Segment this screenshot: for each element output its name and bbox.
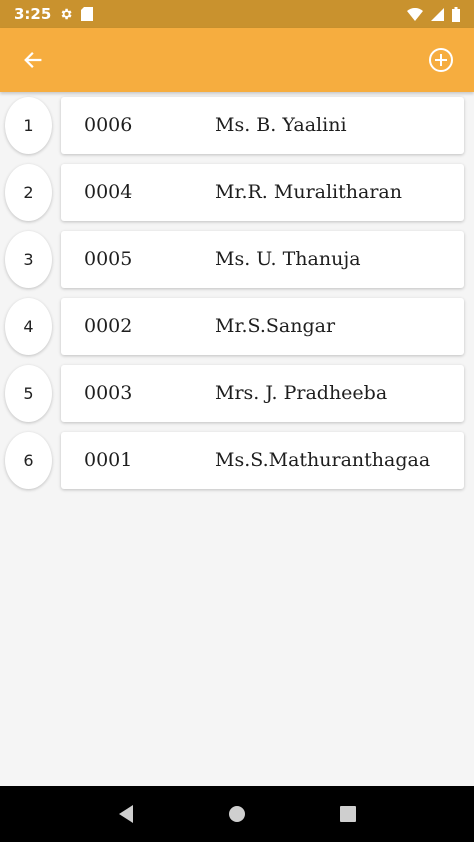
add-button[interactable] bbox=[426, 45, 456, 75]
record-name: Ms.S.Mathuranthagaa bbox=[215, 449, 431, 471]
sd-card-icon bbox=[81, 7, 94, 21]
signal-icon bbox=[431, 7, 444, 21]
system-home-button[interactable] bbox=[217, 794, 257, 834]
row-index-badge: 5 bbox=[5, 365, 52, 422]
status-time: 3:25 bbox=[14, 5, 52, 23]
record-code: 0003 bbox=[84, 382, 133, 404]
record-code: 0004 bbox=[84, 181, 133, 203]
record-card[interactable]: 0006 Ms. B. Yaalini bbox=[61, 97, 464, 154]
back-button[interactable] bbox=[18, 45, 48, 75]
battery-icon bbox=[452, 6, 460, 22]
record-name: Mr.R. Muralitharan bbox=[215, 181, 402, 203]
record-card[interactable]: 0001 Ms.S.Mathuranthagaa bbox=[61, 432, 464, 489]
home-circle-icon bbox=[228, 806, 245, 822]
row-index-badge: 3 bbox=[5, 231, 52, 288]
list-item: 6 0001 Ms.S.Mathuranthagaa bbox=[0, 431, 474, 491]
system-nav-bar bbox=[0, 786, 474, 842]
wifi-icon bbox=[407, 7, 423, 21]
record-card[interactable]: 0002 Mr.S.Sangar bbox=[61, 298, 464, 355]
record-code: 0006 bbox=[84, 114, 133, 136]
system-back-button[interactable] bbox=[106, 794, 146, 834]
list-item: 5 0003 Mrs. J. Pradheeba bbox=[0, 364, 474, 424]
status-bar: 3:25 bbox=[0, 0, 474, 28]
list-item: 4 0002 Mr.S.Sangar bbox=[0, 297, 474, 357]
recents-square-icon bbox=[340, 806, 357, 822]
record-code: 0002 bbox=[84, 315, 133, 337]
record-card[interactable]: 0003 Mrs. J. Pradheeba bbox=[61, 365, 464, 422]
record-code: 0005 bbox=[84, 248, 133, 270]
record-card[interactable]: 0005 Ms. U. Thanuja bbox=[61, 231, 464, 288]
record-name: Ms. U. Thanuja bbox=[215, 248, 361, 270]
status-right bbox=[407, 6, 460, 22]
row-index-badge: 6 bbox=[5, 432, 52, 489]
record-name: Mrs. J. Pradheeba bbox=[215, 382, 388, 404]
list-item: 2 0004 Mr.R. Muralitharan bbox=[0, 163, 474, 223]
add-circle-icon bbox=[429, 48, 453, 72]
back-triangle-icon bbox=[118, 805, 133, 823]
app-bar bbox=[0, 28, 474, 92]
record-code: 0001 bbox=[84, 449, 133, 471]
status-left: 3:25 bbox=[14, 5, 94, 23]
record-name: Mr.S.Sangar bbox=[215, 315, 336, 337]
arrow-left-icon bbox=[24, 52, 42, 68]
record-name: Ms. B. Yaalini bbox=[215, 114, 347, 136]
row-index-badge: 2 bbox=[5, 164, 52, 221]
gear-icon bbox=[59, 7, 73, 21]
row-index-badge: 4 bbox=[5, 298, 52, 355]
list-item: 1 0006 Ms. B. Yaalini bbox=[0, 96, 474, 156]
row-index-badge: 1 bbox=[5, 97, 52, 154]
system-recents-button[interactable] bbox=[328, 794, 368, 834]
record-card[interactable]: 0004 Mr.R. Muralitharan bbox=[61, 164, 464, 221]
list-item: 3 0005 Ms. U. Thanuja bbox=[0, 230, 474, 290]
